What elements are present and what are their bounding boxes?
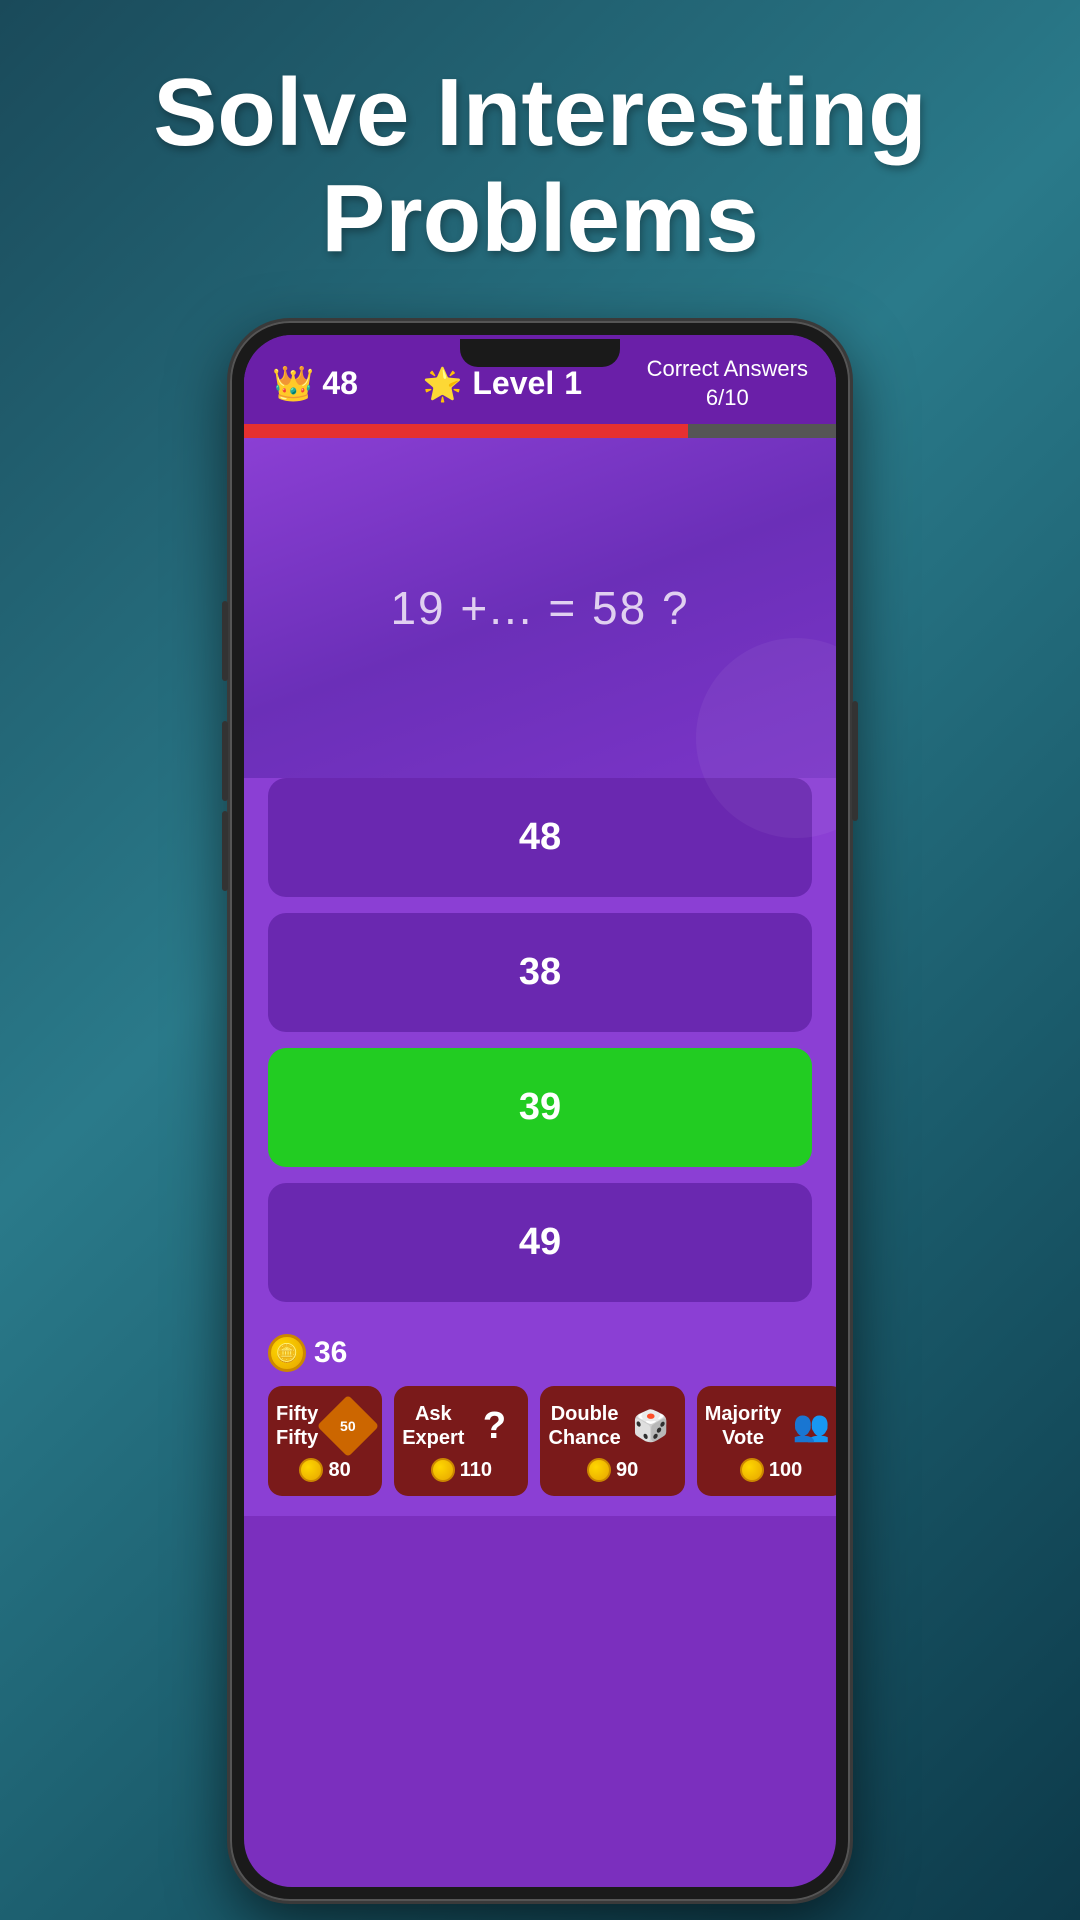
ask-expert-icon: ? bbox=[468, 1400, 520, 1452]
phone-frame: 👑 48 🌟 Level 1 Correct Answers 6/10 bbox=[230, 321, 850, 1901]
level-number: 1 bbox=[564, 365, 582, 402]
dice-icon: 🎲 bbox=[632, 1409, 669, 1444]
lifeline-majority-vote[interactable]: Majority Vote 👥 100 bbox=[697, 1386, 836, 1496]
progress-bar-fill bbox=[244, 424, 688, 438]
correct-answers-label: Correct Answers bbox=[647, 355, 808, 384]
majority-vote-icon: 👥 bbox=[785, 1400, 836, 1452]
page-title: Solve Interesting Problems bbox=[73, 0, 1007, 321]
answer-btn-2[interactable]: 38 bbox=[268, 913, 812, 1032]
header-coins-display: 👑 48 bbox=[272, 364, 358, 404]
header-coins-value: 48 bbox=[322, 365, 358, 402]
correct-answers-display: Correct Answers 6/10 bbox=[647, 355, 808, 412]
double-chance-icon: 🎲 bbox=[625, 1400, 677, 1452]
question-area: 19 +... = 58 ? bbox=[244, 438, 836, 778]
lifeline-double-chance[interactable]: Double Chance 🎲 90 bbox=[540, 1386, 684, 1496]
answers-area: 48 38 39 49 bbox=[244, 778, 836, 1322]
majority-vote-label: Majority Vote bbox=[705, 1402, 782, 1450]
ask-expert-label: Ask Expert bbox=[402, 1402, 464, 1450]
double-chance-label: Double Chance bbox=[548, 1402, 620, 1450]
bottom-coins-value: 36 bbox=[314, 1336, 347, 1370]
people-icon: 👥 bbox=[793, 1409, 830, 1444]
bottom-area: 🪙 36 Fifty Fifty 50 bbox=[244, 1322, 836, 1516]
fifty-fifty-icon: 50 bbox=[322, 1400, 374, 1452]
level-icon: 🌟 bbox=[423, 365, 463, 403]
correct-answers-value: 6/10 bbox=[647, 384, 808, 413]
majority-vote-cost: 100 bbox=[740, 1458, 802, 1482]
answer-btn-3[interactable]: 39 bbox=[268, 1048, 812, 1167]
crown-icon: 👑 bbox=[272, 364, 314, 404]
double-chance-cost: 90 bbox=[587, 1458, 638, 1482]
fifty-fifty-label: Fifty Fifty bbox=[276, 1402, 318, 1450]
phone-mockup: 👑 48 🌟 Level 1 Correct Answers 6/10 bbox=[230, 321, 850, 1901]
answer-btn-4[interactable]: 49 bbox=[268, 1183, 812, 1302]
question-mark-icon: ? bbox=[483, 1405, 506, 1448]
progress-bar-container bbox=[244, 424, 836, 438]
phone-screen: 👑 48 🌟 Level 1 Correct Answers 6/10 bbox=[244, 335, 836, 1887]
fifty-fifty-cost: 80 bbox=[299, 1458, 350, 1482]
lifelines-row: Fifty Fifty 50 80 bbox=[268, 1386, 812, 1496]
bottom-coins-display: 🪙 36 bbox=[268, 1334, 812, 1372]
lifeline-ask-expert[interactable]: Ask Expert ? 110 bbox=[394, 1386, 528, 1496]
question-text: 19 +... = 58 ? bbox=[390, 581, 689, 635]
phone-notch bbox=[460, 339, 620, 367]
ask-expert-cost: 110 bbox=[431, 1458, 492, 1482]
level-label: Level bbox=[472, 365, 554, 402]
lifeline-fifty-fifty[interactable]: Fifty Fifty 50 80 bbox=[268, 1386, 382, 1496]
coin-icon: 🪙 bbox=[268, 1334, 306, 1372]
header-level-display: 🌟 Level 1 bbox=[423, 365, 582, 403]
